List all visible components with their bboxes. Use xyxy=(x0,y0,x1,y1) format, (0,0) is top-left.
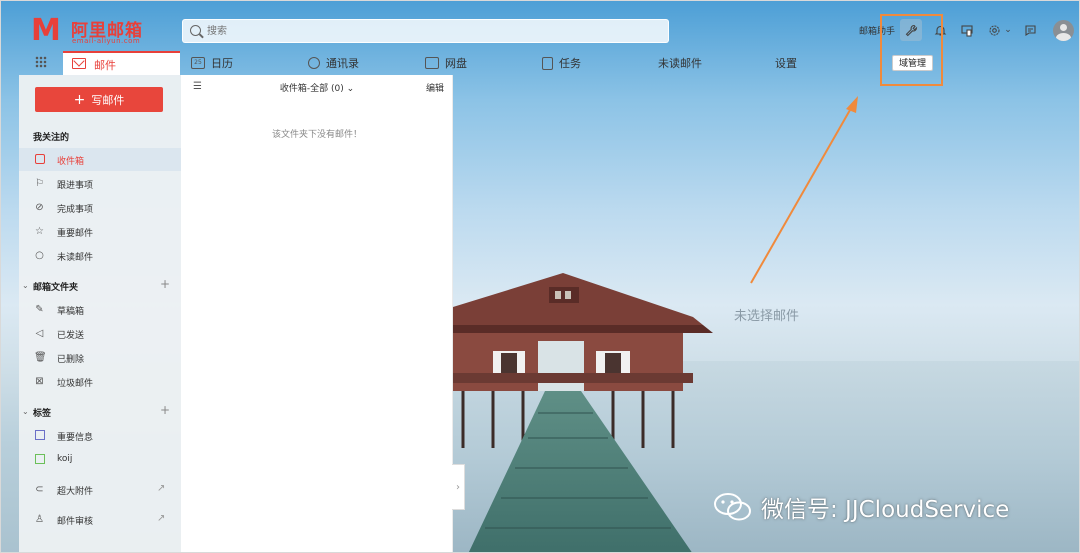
device-icon[interactable] xyxy=(956,19,978,41)
sidebar-item-tag-koij[interactable]: koij xyxy=(19,448,181,471)
stamp-icon: ♙ xyxy=(35,514,44,525)
tag-color-icon xyxy=(34,430,45,441)
tab-unread-label: 未读邮件 xyxy=(658,57,702,70)
wechat-icon xyxy=(713,491,753,523)
sidebar-item-unread[interactable]: ○ 未读邮件 xyxy=(19,244,181,267)
search-box[interactable] xyxy=(182,19,669,43)
check-circle-icon: ⊘ xyxy=(35,202,44,213)
brand-logo[interactable]: M 阿里邮箱 email-aliyun.com xyxy=(31,15,171,47)
app-grid-icon[interactable] xyxy=(35,56,47,68)
module-nav: 邮件 25 日历 通讯录 网盘 任务 未读邮件 设置 xyxy=(1,51,1079,75)
sidebar-item-label: 已删除 xyxy=(57,355,85,365)
sidebar-item-followup[interactable]: ⚐ 跟进事项 xyxy=(19,172,181,195)
send-icon: ◁ xyxy=(35,328,44,339)
tag-color-icon xyxy=(34,454,45,465)
plus-icon: + xyxy=(73,91,86,108)
compose-button[interactable]: + 写邮件 xyxy=(35,87,163,112)
sidebar-item-large-attachment[interactable]: ⊂ 超大附件 ↗ xyxy=(19,478,181,501)
folder-filter-label: 收件箱-全部 (0) xyxy=(279,84,344,94)
folders-section-title[interactable]: 邮箱文件夹 xyxy=(33,280,78,293)
empty-folder-message: 该文件夹下没有邮件！ xyxy=(271,130,362,140)
message-list: ☰ 收件箱-全部 (0) ⌄ 编辑 该文件夹下没有邮件！ xyxy=(181,75,453,552)
tab-settings[interactable]: 设置 xyxy=(775,55,797,71)
annotation-highlight xyxy=(880,14,943,86)
tab-calendar[interactable]: 25 日历 xyxy=(191,55,233,71)
envelope-icon xyxy=(72,58,86,69)
external-link-icon: ↗ xyxy=(157,483,166,494)
annotation-arrow xyxy=(750,96,858,284)
circle-icon: ○ xyxy=(35,250,44,261)
sidebar-item-label: 重要邮件 xyxy=(57,229,94,239)
sidebar-item-spam[interactable]: ⊠ 垃圾邮件 xyxy=(19,370,181,393)
calendar-icon: 25 xyxy=(191,57,205,69)
brand-domain: email-aliyun.com xyxy=(72,37,141,45)
sidebar-item-deleted[interactable]: 🗑 已删除 xyxy=(19,346,181,369)
sidebar-item-important[interactable]: ☆ 重要邮件 xyxy=(19,220,181,243)
compose-label: 写邮件 xyxy=(91,93,125,107)
sidebar-item-label: 完成事项 xyxy=(57,205,94,215)
star-icon: ☆ xyxy=(35,226,44,237)
tab-tasks-label: 任务 xyxy=(559,57,581,70)
sidebar-item-label: 草稿箱 xyxy=(57,307,85,317)
tab-drive-label: 网盘 xyxy=(445,57,467,70)
tags-section-title[interactable]: 标签 xyxy=(33,406,51,419)
flag-icon: ⚐ xyxy=(35,178,44,189)
spam-icon: ⊠ xyxy=(35,376,44,387)
add-tag-button[interactable]: + xyxy=(160,403,170,417)
watermark: 微信号: JJCloudService xyxy=(713,487,1009,527)
edit-button[interactable]: 编辑 xyxy=(426,81,444,94)
tab-contacts[interactable]: 通讯录 xyxy=(308,55,359,71)
sidebar-item-mail-review[interactable]: ♙ 邮件审核 ↗ xyxy=(19,508,181,531)
tab-contacts-label: 通讯录 xyxy=(326,57,359,70)
tab-drive[interactable]: 网盘 xyxy=(425,55,467,71)
sidebar-item-label: 邮件审核 xyxy=(57,517,94,527)
message-list-header: ☰ 收件箱-全部 (0) ⌄ 编辑 xyxy=(181,75,453,99)
avatar[interactable] xyxy=(1053,20,1074,41)
sidebar-item-label: 超大附件 xyxy=(57,487,94,497)
external-link-icon: ↗ xyxy=(157,513,166,524)
search-icon xyxy=(190,25,201,36)
followed-section-title: 我关注的 xyxy=(33,133,70,143)
draft-icon: ✎ xyxy=(35,304,44,315)
search-input[interactable] xyxy=(207,23,647,40)
sidebar-item-label: koij xyxy=(57,454,73,464)
watermark-text: 微信号: JJCloudService xyxy=(761,497,1010,523)
tab-unread[interactable]: 未读邮件 xyxy=(658,55,702,71)
tab-tasks[interactable]: 任务 xyxy=(542,55,581,71)
sidebar-item-label: 未读邮件 xyxy=(57,253,94,263)
tab-calendar-label: 日历 xyxy=(211,57,233,70)
logo-mark: M xyxy=(31,13,61,48)
folder-filter-dropdown[interactable]: 收件箱-全部 (0) ⌄ xyxy=(181,81,453,94)
message-icon[interactable] xyxy=(1019,19,1041,41)
sidebar-item-label: 重要信息 xyxy=(57,433,94,443)
sidebar-item-sent[interactable]: ◁ 已发送 xyxy=(19,322,181,345)
paperclip-icon: ⊂ xyxy=(35,484,44,495)
drive-icon xyxy=(425,57,439,69)
chevron-down-icon[interactable]: ⌄ xyxy=(1002,19,1014,41)
chevron-down-icon[interactable]: ⌄ xyxy=(22,281,29,290)
sidebar-item-done[interactable]: ⊘ 完成事项 xyxy=(19,196,181,219)
sidebar-item-label: 收件箱 xyxy=(57,157,85,167)
contacts-icon xyxy=(308,57,320,69)
sidebar: + 写邮件 我关注的 收件箱 ⚐ 跟进事项 ⊘ 完成事项 ☆ 重要邮件 ○ 未读… xyxy=(19,75,181,552)
add-folder-button[interactable]: + xyxy=(160,277,170,291)
sidebar-item-inbox[interactable]: 收件箱 xyxy=(19,148,181,171)
tab-settings-label: 设置 xyxy=(775,57,797,70)
sidebar-item-label: 跟进事项 xyxy=(57,181,94,191)
tab-mail-label: 邮件 xyxy=(94,59,116,72)
tab-mail[interactable]: 邮件 xyxy=(63,51,180,75)
trash-icon: 🗑 xyxy=(34,352,47,363)
inbox-icon xyxy=(34,154,45,165)
no-message-selected: 未选择邮件 xyxy=(734,309,800,324)
chevron-right-icon[interactable]: › xyxy=(452,464,465,510)
task-icon xyxy=(542,56,553,70)
sidebar-item-label: 垃圾邮件 xyxy=(57,379,94,389)
chevron-down-icon[interactable]: ⌄ xyxy=(22,407,29,416)
sidebar-item-tag-important[interactable]: 重要信息 xyxy=(19,424,181,447)
sidebar-item-drafts[interactable]: ✎ 草稿箱 xyxy=(19,298,181,321)
app-window: M 阿里邮箱 email-aliyun.com 邮箱助手 ⌄ 域管理 xyxy=(0,0,1080,553)
sidebar-item-label: 已发送 xyxy=(57,331,85,341)
